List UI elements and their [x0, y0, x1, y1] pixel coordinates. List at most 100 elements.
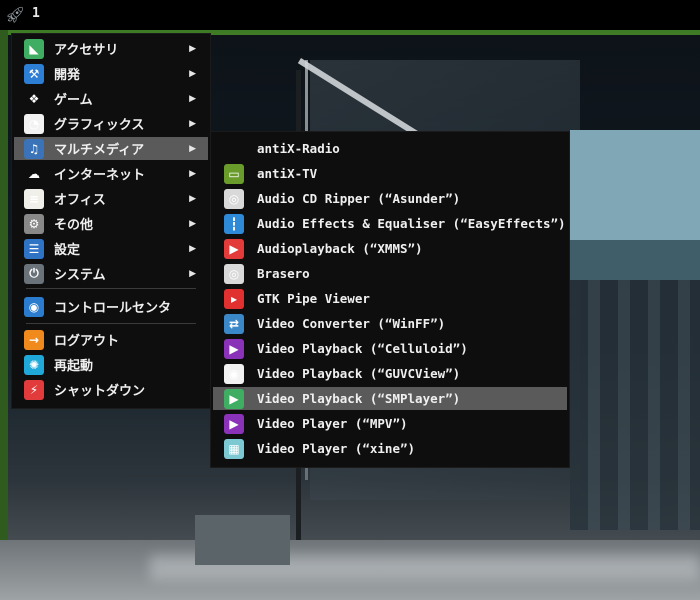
submenu-item-label: antiX-TV — [257, 166, 318, 181]
submenu-item-asunder[interactable]: ◎ Audio CD Ripper (“Asunder”) — [213, 187, 567, 210]
multimedia-submenu: antiX-Radio ▭ antiX-TV ◎ Audio CD Ripper… — [211, 132, 569, 467]
wallpaper-panel-lower — [570, 240, 700, 280]
equalizer-icon: ┇ — [224, 213, 244, 234]
submenu-arrow-icon: ▶ — [189, 68, 196, 79]
other-icon: ⚙ — [24, 213, 44, 234]
main-menu: ◣ アクセサリ ▶ ⚒ 開発 ▶ ❖ ゲーム ▶ ◔ グラフィックス ▶ ♫ マ… — [12, 34, 210, 408]
control-center-icon: ◉ — [24, 296, 44, 317]
top-panel: 🚀︎ 1 — [0, 0, 700, 30]
graphics-icon: ◔ — [24, 113, 44, 134]
submenu-item-label: GTK Pipe Viewer — [257, 291, 370, 306]
webcam-icon: ◉ — [224, 363, 244, 384]
menu-item-label: 再起動 — [54, 359, 94, 374]
blank-icon — [224, 139, 244, 159]
youtube-icon: ▸ — [224, 288, 244, 309]
menu-item-multimedia[interactable]: ♫ マルチメディア ▶ — [14, 137, 208, 160]
submenu-item-label: Video Converter (“WinFF”) — [257, 316, 446, 331]
wallpaper-bars — [570, 280, 700, 530]
submenu-item-brasero[interactable]: ◎ Brasero — [213, 262, 567, 285]
submenu-item-xmms[interactable]: ▶ Audioplayback (“XMMS”) — [213, 237, 567, 260]
menu-item-label: その他 — [54, 218, 94, 233]
submenu-item-label: Video Playback (“GUVCView”) — [257, 366, 461, 381]
menu-item-label: マルチメディア — [54, 143, 145, 158]
menu-item-label: コントロールセンタ — [54, 301, 172, 316]
submenu-arrow-icon: ▶ — [189, 218, 196, 229]
menu-item-label: アクセサリ — [54, 43, 119, 58]
menu-item-settings[interactable]: ☰ 設定 ▶ — [14, 237, 208, 260]
gamepad-icon: ❖ — [28, 91, 40, 106]
menu-item-logout[interactable]: → ログアウト — [14, 328, 208, 351]
submenu-item-easyeffects[interactable]: ┇ Audio Effects & Equaliser (“EasyEffect… — [213, 212, 567, 235]
cd-icon: ◎ — [224, 188, 244, 209]
settings-icon: ☰ — [24, 238, 44, 259]
cloud-icon: ☁ — [28, 166, 40, 181]
submenu-item-xine[interactable]: ▦ Video Player (“xine”) — [213, 437, 567, 460]
menu-item-label: グラフィックス — [54, 118, 145, 133]
submenu-item-label: Video Playback (“Celluloid”) — [257, 341, 468, 356]
play-icon: ▶ — [224, 238, 244, 259]
submenu-item-antix-tv[interactable]: ▭ antiX-TV — [213, 162, 567, 185]
submenu-item-celluloid[interactable]: ▶ Video Playback (“Celluloid”) — [213, 337, 567, 360]
submenu-item-gtk-pipe-viewer[interactable]: ▸ GTK Pipe Viewer — [213, 287, 567, 310]
menu-item-label: システム — [54, 268, 106, 283]
menu-item-accessories[interactable]: ◣ アクセサリ ▶ — [14, 37, 208, 60]
submenu-item-antix-radio[interactable]: antiX-Radio — [213, 137, 567, 160]
submenu-item-guvcview[interactable]: ◉ Video Playback (“GUVCView”) — [213, 362, 567, 385]
menu-item-label: シャットダウン — [54, 384, 146, 399]
submenu-arrow-icon: ▶ — [189, 118, 196, 129]
menu-item-shutdown[interactable]: ⚡ シャットダウン — [14, 378, 208, 401]
system-icon: ⏻ — [24, 263, 44, 284]
wallpaper-panel — [570, 130, 700, 240]
menu-item-label: インターネット — [54, 168, 146, 183]
tv-icon: ▭ — [224, 163, 244, 184]
multimedia-icon: ♫ — [24, 138, 44, 159]
development-icon: ⚒ — [24, 63, 44, 84]
submenu-item-label: Video Playback (“SMPlayer”) — [257, 391, 461, 406]
menu-item-reboot[interactable]: ✺ 再起動 — [14, 353, 208, 376]
workspace-indicator[interactable]: 1 — [32, 6, 40, 21]
reboot-icon: ✺ — [24, 354, 44, 375]
celluloid-icon: ▶ — [224, 338, 244, 359]
submenu-item-label: Audio Effects & Equaliser (“EasyEffects”… — [257, 216, 566, 231]
menu-separator — [26, 288, 196, 289]
disc-burner-icon: ◎ — [224, 263, 244, 284]
menu-item-graphics[interactable]: ◔ グラフィックス ▶ — [14, 112, 208, 135]
submenu-item-mpv[interactable]: ▶ Video Player (“MPV”) — [213, 412, 567, 435]
submenu-item-smplayer[interactable]: ▶ Video Playback (“SMPlayer”) — [213, 387, 567, 410]
menu-item-other[interactable]: ⚙ その他 ▶ — [14, 212, 208, 235]
converter-icon: ⇄ — [224, 313, 244, 334]
clapper-icon: ▦ — [224, 438, 244, 459]
menu-item-label: ゲーム — [54, 93, 93, 108]
submenu-item-label: antiX-Radio — [257, 141, 340, 156]
submenu-arrow-icon: ▶ — [189, 43, 196, 54]
submenu-arrow-icon: ▶ — [189, 143, 196, 154]
menu-item-label: オフィス — [54, 193, 106, 208]
menu-item-label: 開発 — [54, 68, 81, 83]
menu-item-development[interactable]: ⚒ 開発 ▶ — [14, 62, 208, 85]
menu-item-internet[interactable]: ☁ インターネット ▶ — [14, 162, 208, 185]
shutdown-icon: ⚡ — [24, 379, 44, 400]
wallpaper-box — [195, 515, 290, 565]
menu-item-games[interactable]: ❖ ゲーム ▶ — [14, 87, 208, 110]
submenu-arrow-icon: ▶ — [189, 193, 196, 204]
wallpaper-green-edge — [0, 30, 8, 600]
submenu-item-label: Audio CD Ripper (“Asunder”) — [257, 191, 461, 206]
menu-item-system[interactable]: ⏻ システム ▶ — [14, 262, 208, 285]
submenu-arrow-icon: ▶ — [189, 243, 196, 254]
logout-icon: → — [24, 329, 44, 350]
smplayer-icon: ▶ — [224, 388, 244, 409]
submenu-arrow-icon: ▶ — [189, 168, 196, 179]
submenu-item-label: Audioplayback (“XMMS”) — [257, 241, 423, 256]
menu-item-label: ログアウト — [54, 334, 120, 349]
rocket-icon[interactable]: 🚀︎ — [4, 4, 26, 26]
submenu-arrow-icon: ▶ — [189, 93, 196, 104]
submenu-arrow-icon: ▶ — [189, 268, 196, 279]
submenu-item-winff[interactable]: ⇄ Video Converter (“WinFF”) — [213, 312, 567, 335]
accessories-icon: ◣ — [24, 38, 44, 59]
menu-item-control-center[interactable]: ◉ コントロールセンタ — [14, 295, 208, 318]
menu-item-office[interactable]: ≡ オフィス ▶ — [14, 187, 208, 210]
submenu-item-label: Video Player (“MPV”) — [257, 416, 408, 431]
submenu-item-label: Video Player (“xine”) — [257, 441, 416, 456]
menu-item-label: 設定 — [54, 243, 81, 258]
menu-separator — [26, 323, 196, 324]
